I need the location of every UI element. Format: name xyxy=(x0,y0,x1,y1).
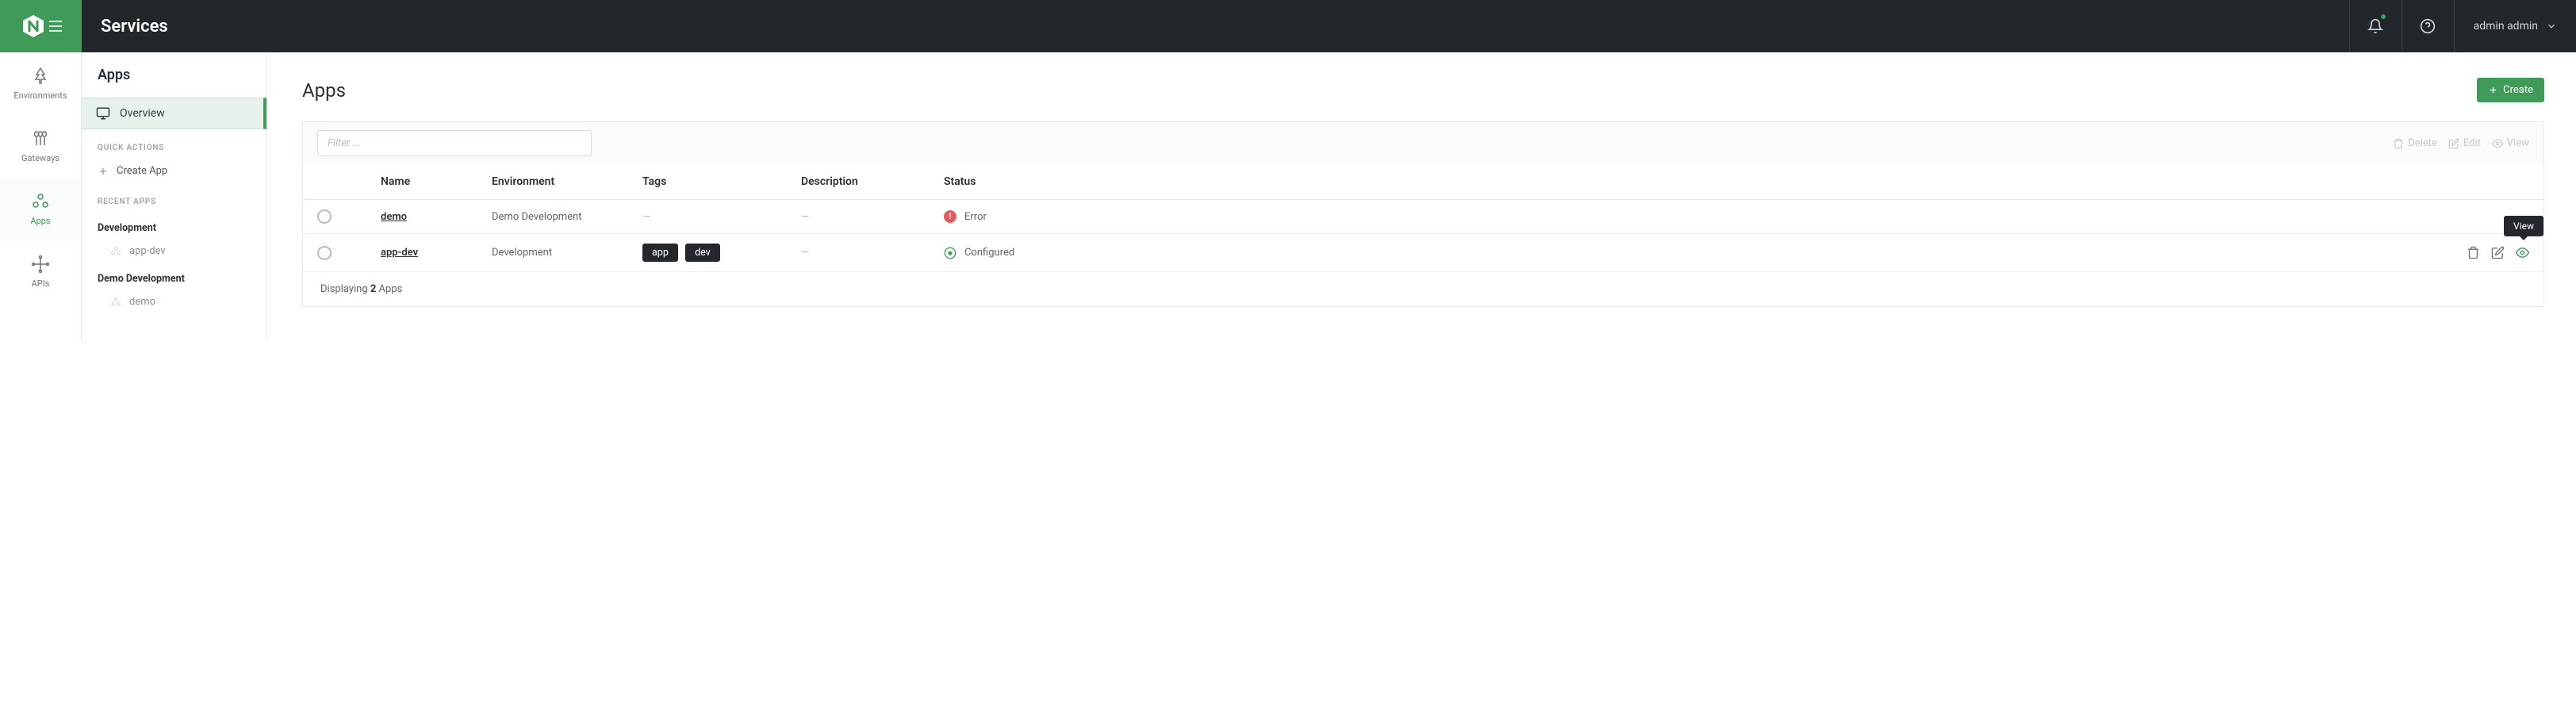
sidepanel-title: Apps xyxy=(82,67,266,98)
row-tags-empty: — xyxy=(642,211,650,223)
gateways-icon xyxy=(31,129,50,148)
page-section-title: Services xyxy=(101,17,168,36)
col-status: Status xyxy=(944,175,1102,188)
rail-apis[interactable]: APIs xyxy=(0,240,81,303)
row-env: Development xyxy=(492,247,642,259)
edit-icon[interactable] xyxy=(2491,246,2505,259)
action-label: Edit xyxy=(2463,137,2481,149)
edit-icon xyxy=(2448,138,2459,149)
row-desc: — xyxy=(801,247,809,259)
nav-label: Overview xyxy=(120,107,165,120)
sub-item-label: Create App xyxy=(117,165,167,177)
row-desc: — xyxy=(801,211,809,223)
tree-icon xyxy=(31,67,50,86)
nav-overview[interactable]: Overview xyxy=(82,98,266,129)
apps-small-icon xyxy=(110,297,121,308)
trash-icon xyxy=(2393,138,2404,149)
action-label: Delete xyxy=(2408,137,2437,149)
edit-action[interactable]: Edit xyxy=(2448,137,2481,149)
rail-label: Environments xyxy=(13,90,67,101)
row-select-radio[interactable] xyxy=(317,209,332,224)
group-development: Development xyxy=(82,213,266,239)
page-title: Apps xyxy=(302,79,346,102)
col-name: Name xyxy=(381,175,492,188)
eye-icon[interactable] xyxy=(2516,246,2529,259)
table-footer: Displaying 2 Apps xyxy=(303,272,2543,306)
row-env: Demo Development xyxy=(492,211,642,223)
action-label: View xyxy=(2507,137,2529,149)
plus-icon xyxy=(98,166,109,177)
row-name-link[interactable]: app-dev xyxy=(381,247,418,259)
chevron-down-icon xyxy=(2546,21,2557,32)
col-description: Description xyxy=(801,175,944,188)
create-app-action[interactable]: Create App xyxy=(82,159,266,183)
recent-demo[interactable]: demo xyxy=(82,290,266,314)
heart-ok-icon xyxy=(944,247,956,259)
rail-label: Gateways xyxy=(21,153,59,163)
notifications-button[interactable] xyxy=(2349,0,2402,52)
rail-gateways[interactable]: Gateways xyxy=(0,115,81,178)
notification-dot-icon xyxy=(2381,14,2386,19)
apps-small-icon xyxy=(110,246,121,257)
tag-badge: dev xyxy=(685,244,720,262)
view-tooltip: View xyxy=(2504,216,2543,236)
group-demo-development: Demo Development xyxy=(82,263,266,290)
create-button[interactable]: Create xyxy=(2477,78,2544,102)
rail-environments[interactable]: Environments xyxy=(0,52,81,115)
table-row[interactable]: app-dev Development app dev — Configured… xyxy=(303,234,2543,272)
row-status-text: Error xyxy=(964,211,987,223)
footer-suffix: Apps xyxy=(376,283,402,295)
rail-apps[interactable]: Apps xyxy=(0,178,81,240)
create-label: Create xyxy=(2503,84,2533,96)
table-header: Name Environment Tags Description Status xyxy=(303,164,2543,200)
tag-badge: app xyxy=(642,244,678,262)
user-name: admin admin xyxy=(2474,20,2538,33)
rail-label: Apps xyxy=(30,216,50,226)
nginx-logo[interactable] xyxy=(0,0,82,52)
footer-prefix: Displaying xyxy=(320,283,370,295)
table-row[interactable]: demo Demo Development — — ! Error xyxy=(303,200,2543,234)
plus-connector-icon xyxy=(31,255,50,274)
delete-action[interactable]: Delete xyxy=(2393,137,2437,149)
row-name-link[interactable]: demo xyxy=(381,211,407,223)
eye-icon xyxy=(2492,138,2503,149)
recent-apps-label: Recent apps xyxy=(82,183,266,213)
plus-icon xyxy=(2488,85,2498,95)
row-select-radio[interactable] xyxy=(317,246,332,260)
hexagon-logo-icon xyxy=(21,13,46,39)
monitor-icon xyxy=(96,106,110,121)
user-menu[interactable]: admin admin xyxy=(2454,0,2576,52)
leaf-label: demo xyxy=(129,296,155,308)
error-badge-icon: ! xyxy=(944,210,956,223)
view-action[interactable]: View xyxy=(2492,137,2529,149)
filter-input[interactable] xyxy=(317,130,592,156)
col-environment: Environment xyxy=(492,175,642,188)
help-button[interactable] xyxy=(2402,0,2454,52)
col-tags: Tags xyxy=(642,175,801,188)
help-circle-icon xyxy=(2420,18,2436,34)
bell-icon xyxy=(2367,18,2383,34)
apps-icon xyxy=(31,192,50,211)
trash-icon[interactable] xyxy=(2467,246,2480,259)
rail-label: APIs xyxy=(32,278,50,289)
row-status-text: Configured xyxy=(964,247,1014,259)
recent-app-dev[interactable]: app-dev xyxy=(82,239,266,263)
leaf-label: app-dev xyxy=(129,245,166,257)
quick-actions-label: Quick actions xyxy=(82,129,266,159)
hamburger-icon xyxy=(49,21,62,32)
